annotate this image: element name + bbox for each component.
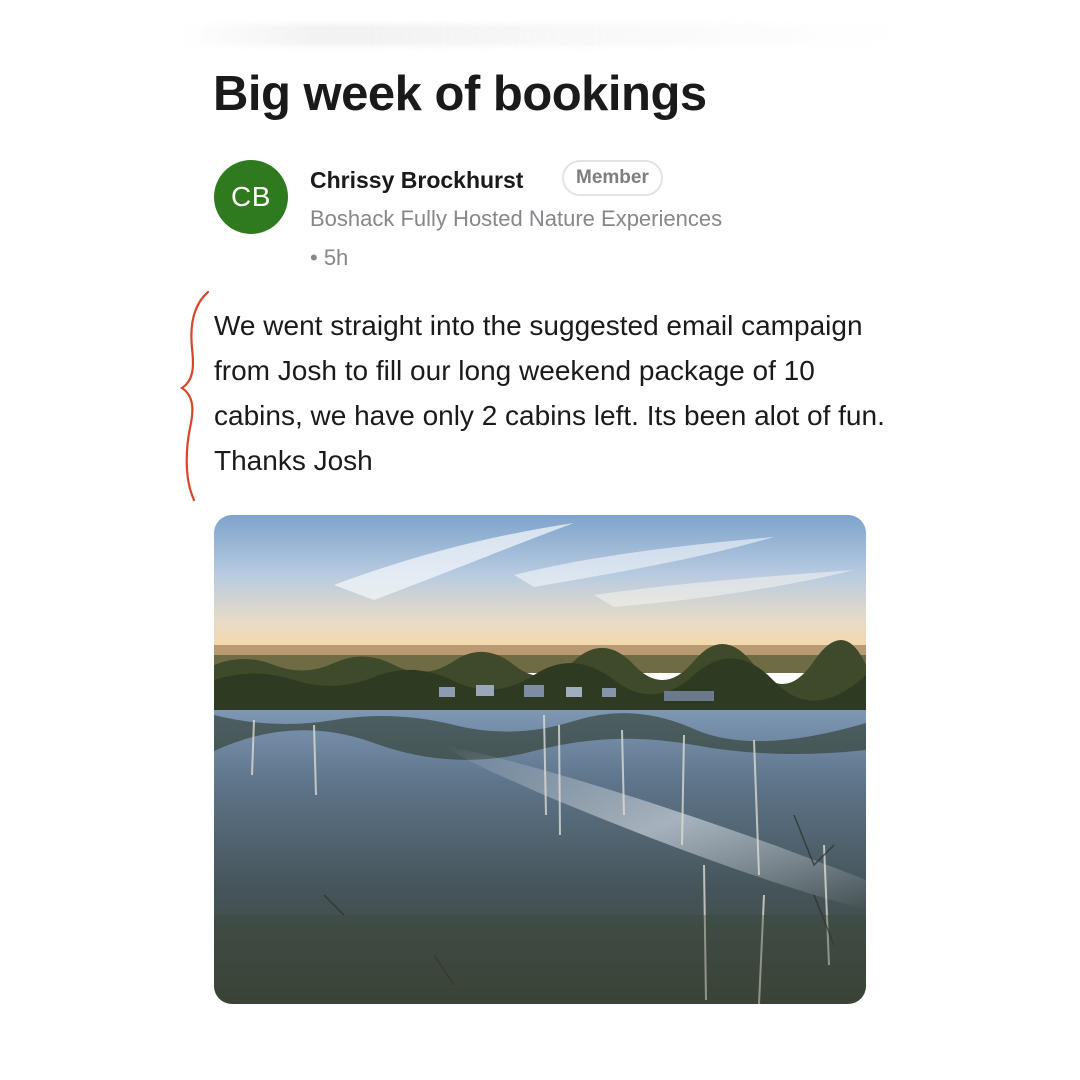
post-photo[interactable] (214, 515, 866, 1004)
author-name[interactable]: Chrissy Brockhurst (310, 165, 523, 195)
handwritten-bracket-annotation (180, 290, 210, 502)
member-badge: Member (562, 160, 663, 196)
post-title: Big week of bookings (213, 67, 707, 121)
scrolled-header-fade (180, 24, 900, 46)
avatar-initials: CB (231, 181, 271, 212)
member-badge-label: Member (576, 167, 649, 188)
author-organization: Boshack Fully Hosted Nature Experiences (310, 206, 723, 231)
lake-landscape-photo (214, 515, 866, 1004)
post-body: We went straight into the suggested emai… (214, 310, 885, 476)
avatar[interactable]: CB (214, 160, 288, 234)
post-timestamp: • 5h (310, 245, 349, 270)
